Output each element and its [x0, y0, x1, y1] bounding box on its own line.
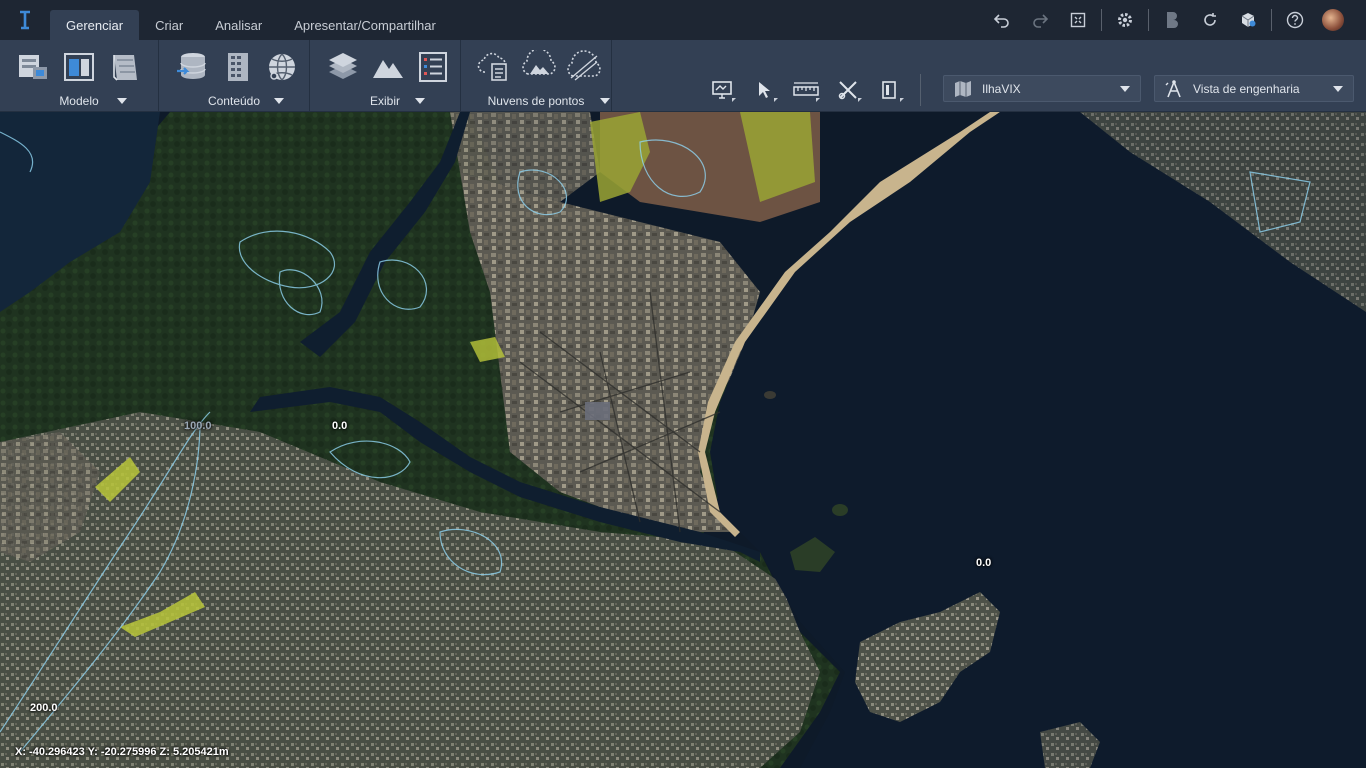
toolbar-divider — [1101, 9, 1102, 31]
tab-gerenciar[interactable]: Gerenciar — [50, 10, 140, 40]
cloud-terrain-icon[interactable] — [520, 48, 557, 86]
chevron-down-icon — [1120, 85, 1130, 92]
contour-label: 0.0 — [332, 420, 348, 432]
list-legend-icon[interactable] — [415, 48, 452, 86]
toolbar-divider — [1271, 9, 1272, 31]
exibir-dropdown-caret-icon[interactable] — [415, 98, 425, 104]
refresh-icon[interactable] — [1191, 0, 1229, 40]
toolbar-divider — [1148, 9, 1149, 31]
bentley-b-icon[interactable] — [1153, 0, 1191, 40]
undo-icon[interactable] — [983, 0, 1021, 40]
app-window: Gerenciar Criar Analisar Apresentar/Comp… — [0, 0, 1366, 768]
monitor-icon[interactable] — [702, 74, 742, 106]
engineering-view-icon — [1155, 79, 1193, 99]
tab-apresentar-compartilhar[interactable]: Apresentar/Compartilhar — [278, 10, 452, 40]
ribbon-group-modelo: Modelo — [0, 40, 159, 112]
layout-view-icon[interactable] — [60, 48, 98, 86]
group-label-nuvens-de-pontos: Nuvens de pontos — [487, 94, 585, 108]
tab-analisar[interactable]: Analisar — [199, 10, 278, 40]
contour-label: 200.0 — [30, 702, 58, 714]
tab-criar[interactable]: Criar — [139, 10, 199, 40]
project-select-value: IlhaVIX — [982, 81, 1021, 96]
redo-icon[interactable] — [1021, 0, 1059, 40]
coordinate-readout: X: -40.296423 Y: -20.275996 Z: 5.205421m — [15, 746, 229, 758]
modelo-dropdown-caret-icon[interactable] — [117, 98, 127, 104]
conteudo-dropdown-caret-icon[interactable] — [274, 98, 284, 104]
view-tools — [702, 74, 910, 106]
settings-icon[interactable] — [1106, 0, 1144, 40]
top-right-toolbar — [983, 0, 1366, 40]
help-icon[interactable] — [1276, 0, 1314, 40]
map-viewport[interactable]: 0.0 100.0 0.0 200.0 X: -40.296423 Y: -20… — [0, 112, 1366, 768]
ribbon-group-exibir: Exibir — [310, 40, 461, 112]
view-select-value: Vista de engenharia — [1193, 81, 1300, 96]
model-properties-icon[interactable] — [14, 48, 52, 86]
contour-label: 100.0 — [184, 420, 212, 432]
itwin-logo-icon[interactable] — [0, 0, 50, 40]
group-label-modelo: Modelo — [59, 94, 99, 108]
chevron-down-icon — [1333, 85, 1343, 92]
tools-cross-icon[interactable] — [828, 74, 868, 106]
terrain-mountains-icon[interactable] — [369, 48, 406, 86]
sheet-drawing-icon[interactable] — [106, 48, 144, 86]
project-select[interactable]: IlhaVIX — [943, 75, 1141, 102]
group-label-exibir: Exibir — [369, 94, 400, 108]
clip-box-icon[interactable] — [870, 74, 910, 106]
fit-view-icon[interactable] — [1059, 0, 1097, 40]
top-bar: Gerenciar Criar Analisar Apresentar/Comp… — [0, 0, 1366, 40]
building-grid-icon[interactable] — [218, 48, 255, 86]
measure-ruler-icon[interactable] — [786, 74, 826, 106]
satellite-map[interactable] — [0, 112, 1366, 768]
view-select[interactable]: Vista de engenharia — [1154, 75, 1354, 102]
ribbon-tabs: Gerenciar Criar Analisar Apresentar/Comp… — [50, 0, 452, 40]
contour-label: 0.0 — [976, 557, 992, 569]
ribbon-group-nuvens-de-pontos: Nuvens de pontos — [461, 40, 612, 112]
select-pointer-icon[interactable] — [744, 74, 784, 106]
database-import-icon[interactable] — [173, 48, 210, 86]
map-sheet-icon — [944, 79, 982, 99]
ribbon-group-conteudo: Conteúdo — [159, 40, 310, 112]
model-cube-icon[interactable] — [1229, 0, 1267, 40]
cloud-list-icon[interactable] — [475, 48, 512, 86]
globe-network-icon[interactable] — [264, 48, 301, 86]
group-label-conteudo: Conteúdo — [207, 94, 261, 108]
avatar — [1322, 9, 1344, 31]
layers-icon[interactable] — [324, 48, 361, 86]
nuvens-dropdown-caret-icon[interactable] — [600, 98, 610, 104]
toolbar-divider — [920, 74, 921, 106]
cloud-crop-icon[interactable] — [566, 48, 603, 86]
user-avatar[interactable] — [1314, 0, 1352, 40]
